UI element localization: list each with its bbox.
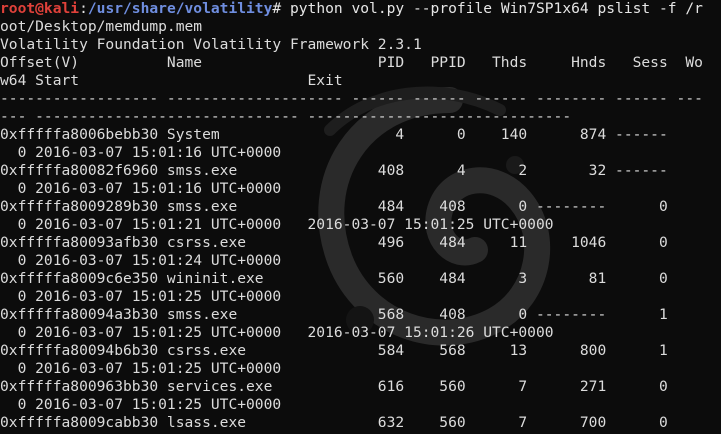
prompt-path: /usr/share/volatility xyxy=(87,0,273,17)
header-separator-line: ------------------ -------------------- … xyxy=(0,90,703,107)
prompt-user-host: root@kali xyxy=(0,0,80,17)
banner-line: Volatility Foundation Volatility Framewo… xyxy=(0,36,422,53)
process-row: 0xfffffa800963bb30 services.exe 616 560 … xyxy=(0,378,668,395)
process-row-time: 0 2016-03-07 15:01:25 UTC+0000 xyxy=(0,396,282,413)
command-prompt-line[interactable]: root@kali:/usr/share/volatility# python … xyxy=(0,0,721,18)
process-row-time: 0 2016-03-07 15:01:25 UTC+0000 xyxy=(0,288,282,305)
column-header-line: Offset(V) Name PID PPID Thds Hnds Sess W… xyxy=(0,54,703,71)
process-row: 0xfffffa8009cabb30 lsass.exe 632 560 7 7… xyxy=(0,414,668,431)
prompt-separator: : xyxy=(79,0,88,17)
terminal-window[interactable]: root@kali:/usr/share/volatility# python … xyxy=(0,0,721,434)
command-wrap-line: oot/Desktop/memdump.mem xyxy=(0,18,203,35)
process-row-time: 0 2016-03-07 15:01:16 UTC+0000 xyxy=(0,180,282,197)
process-row: 0xfffffa80093afb30 csrss.exe 496 484 11 … xyxy=(0,234,668,251)
header-separator-wrap-line: --- ------------------------------ -----… xyxy=(0,108,572,125)
process-row-time: 0 2016-03-07 15:01:16 UTC+0000 xyxy=(0,144,282,161)
process-row: 0xfffffa80094b6b30 csrss.exe 584 568 13 … xyxy=(0,342,668,359)
process-row-time: 0 2016-03-07 15:01:21 UTC+0000 2016-03-0… xyxy=(0,216,554,233)
prompt-symbol: # xyxy=(272,0,290,17)
process-row-time: 0 2016-03-07 15:01:24 UTC+0000 xyxy=(0,252,282,269)
process-row: 0xfffffa8009c6e350 wininit.exe 560 484 3… xyxy=(0,270,668,287)
process-row-time: 0 2016-03-07 15:01:25 UTC+0000 2016-03-0… xyxy=(0,324,554,341)
process-row: 0xfffffa8006bebb30 System 4 0 140 874 --… xyxy=(0,126,668,143)
process-row: 0xfffffa80094a3b30 smss.exe 568 408 0 --… xyxy=(0,306,668,323)
command-text: python vol.py --profile Win7SP1x64 pslis… xyxy=(289,0,703,17)
process-row: 0xfffffa80082f6960 smss.exe 408 4 2 32 -… xyxy=(0,162,668,179)
column-header-wrap-line: w64 Start Exit xyxy=(0,72,343,89)
process-row-time: 0 2016-03-07 15:01:25 UTC+0000 xyxy=(0,360,282,377)
process-row: 0xfffffa8009289b30 smss.exe 484 408 0 --… xyxy=(0,198,668,215)
